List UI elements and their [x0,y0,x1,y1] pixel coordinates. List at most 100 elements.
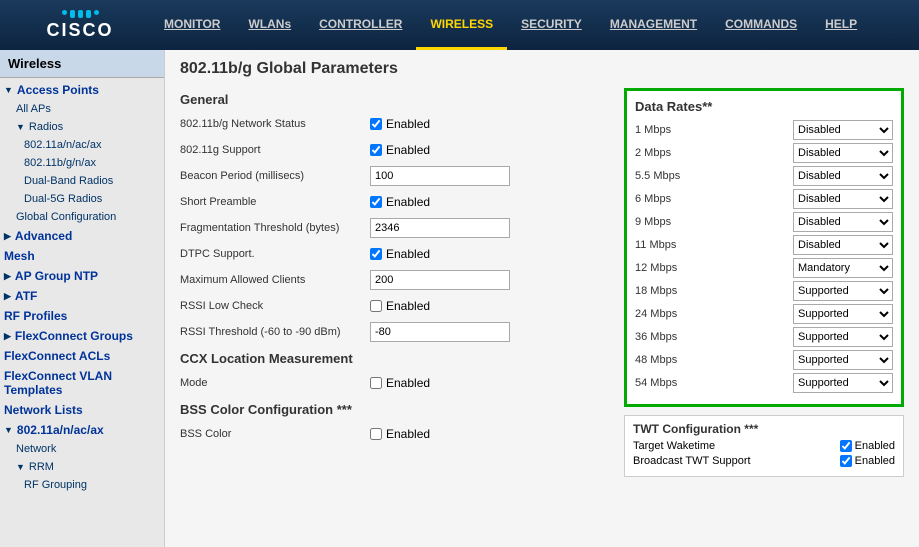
field-short-preamble: Short Preamble Enabled [180,191,614,213]
sidebar-item-all-aps[interactable]: All APs [0,100,164,118]
twt-control-target-waketime: Enabled [840,440,895,452]
data-rates-box: Data Rates** 1 Mbps DisabledMandatorySup… [624,88,904,407]
rate-select-54mbps[interactable]: DisabledMandatorySupported [793,373,893,393]
rate-select-2mbps[interactable]: DisabledMandatorySupported [793,143,893,163]
rate-select-11mbps[interactable]: DisabledMandatorySupported [793,235,893,255]
top-bar: CISCO MONITOR WLANs CONTROLLER WIRELESS … [0,0,919,50]
sidebar-item-dual-band[interactable]: Dual-Band Radios [0,172,164,190]
nav-monitor[interactable]: MONITOR [150,0,234,50]
rate-label-48mbps: 48 Mbps [635,354,705,366]
rate-label-9mbps: 9 Mbps [635,216,705,228]
label-ccx-mode: Mode [180,377,370,389]
nav-management[interactable]: MANAGEMENT [596,0,711,50]
label-fragmentation: Fragmentation Threshold (bytes) [180,222,370,234]
sidebar-item-flexconnect-vlan[interactable]: FlexConnect VLAN Templates [0,366,164,400]
checkbox-target-waketime[interactable] [840,440,852,452]
main-container: Wireless ▼ Access Points All APs ▼ Radio… [0,50,919,547]
ntp-icon: ▶ [4,271,11,282]
rate-select-48mbps[interactable]: DisabledMandatorySupported [793,350,893,370]
rate-row-12mbps: 12 Mbps DisabledMandatorySupported [635,258,893,278]
input-fragmentation[interactable] [370,218,510,238]
rate-select-24mbps[interactable]: DisabledMandatorySupported [793,304,893,324]
rate-row-54mbps: 54 Mbps DisabledMandatorySupported [635,373,893,393]
sidebar-item-80211a-n-ac-ax[interactable]: ▼ 802.11a/n/ac/ax [0,420,164,440]
value-80211g-support: Enabled [386,143,430,157]
nav-security[interactable]: SECURITY [507,0,596,50]
checkbox-80211g-support[interactable] [370,144,382,156]
sidebar-item-access-points[interactable]: ▼ Access Points [0,80,164,100]
sidebar-title: Wireless [0,50,164,78]
control-short-preamble: Enabled [370,195,614,209]
rate-label-36mbps: 36 Mbps [635,331,705,343]
page-title: 802.11b/g Global Parameters [180,60,904,78]
rate-select-36mbps[interactable]: DisabledMandatorySupported [793,327,893,347]
checkbox-bss-color[interactable] [370,428,382,440]
rate-label-11mbps: 11 Mbps [635,239,705,251]
sidebar-item-rf-profiles[interactable]: RF Profiles [0,306,164,326]
label-max-clients: Maximum Allowed Clients [180,274,370,286]
sidebar-item-radios[interactable]: ▼ Radios [0,118,164,136]
field-fragmentation: Fragmentation Threshold (bytes) [180,217,614,239]
sidebar-item-network[interactable]: Network [0,440,164,458]
flex-groups-icon: ▶ [4,331,11,342]
rate-select-6mbps[interactable]: DisabledMandatorySupported [793,189,893,209]
sidebar-item-network-lists[interactable]: Network Lists [0,400,164,420]
control-max-clients [370,270,614,290]
sidebar-item-atf[interactable]: ▶ ATF [0,286,164,306]
value-target-waketime: Enabled [855,440,895,452]
control-80211g-support: Enabled [370,143,614,157]
rrm-icon: ▼ [16,462,25,472]
sidebar-item-rrm[interactable]: ▼ RRM [0,458,164,476]
content-columns: General 802.11b/g Network Status Enabled… [180,88,904,477]
nav-help[interactable]: HELP [811,0,871,50]
rate-label-6mbps: 6 Mbps [635,193,705,205]
rate-label-12mbps: 12 Mbps [635,262,705,274]
twt-row-target-waketime: Target Waketime Enabled [633,440,895,452]
checkbox-broadcast-twt[interactable] [840,455,852,467]
content-area: 802.11b/g Global Parameters General 802.… [165,50,919,547]
sidebar-item-flexconnect-acls[interactable]: FlexConnect ACLs [0,346,164,366]
label-short-preamble: Short Preamble [180,196,370,208]
checkbox-network-status[interactable] [370,118,382,130]
checkbox-rssi-low-check[interactable] [370,300,382,312]
checkbox-dtpc[interactable] [370,248,382,260]
sidebar-item-advanced[interactable]: ▶ Advanced [0,226,164,246]
rate-select-9mbps[interactable]: DisabledMandatorySupported [793,212,893,232]
field-max-clients: Maximum Allowed Clients [180,269,614,291]
sidebar-item-global-config[interactable]: Global Configuration [0,208,164,226]
input-beacon-period[interactable] [370,166,510,186]
rate-select-5-5mbps[interactable]: DisabledMandatorySupported [793,166,893,186]
sidebar-item-ap-group-ntp[interactable]: ▶ AP Group NTP [0,266,164,286]
sidebar-item-rf-grouping[interactable]: RF Grouping [0,476,164,494]
twt-label-broadcast: Broadcast TWT Support [633,455,751,467]
sidebar-item-flexconnect-groups[interactable]: ▶ FlexConnect Groups [0,326,164,346]
checkbox-short-preamble[interactable] [370,196,382,208]
rate-label-5-5mbps: 5.5 Mbps [635,170,705,182]
nav-wireless[interactable]: WIRELESS [416,0,507,50]
rate-select-1mbps[interactable]: DisabledMandatorySupported [793,120,893,140]
sidebar-item-mesh[interactable]: Mesh [0,246,164,266]
value-rssi-low-check: Enabled [386,299,430,313]
rate-select-12mbps[interactable]: DisabledMandatorySupported [793,258,893,278]
bottom-expand-icon: ▼ [4,425,13,435]
value-broadcast-twt: Enabled [855,455,895,467]
checkbox-ccx-mode[interactable] [370,377,382,389]
sidebar-item-80211a[interactable]: 802.11a/n/ac/ax [0,136,164,154]
sidebar-section: ▼ Access Points All APs ▼ Radios 802.11a… [0,78,164,496]
field-rssi-threshold: RSSI Threshold (-60 to -90 dBm) [180,321,614,343]
control-beacon-period [370,166,614,186]
nav-wlans[interactable]: WLANs [234,0,305,50]
left-column: General 802.11b/g Network Status Enabled… [180,88,614,477]
rate-label-2mbps: 2 Mbps [635,147,705,159]
atf-icon: ▶ [4,291,11,302]
input-max-clients[interactable] [370,270,510,290]
twt-label-target-waketime: Target Waketime [633,440,715,452]
control-network-status: Enabled [370,117,614,131]
nav-commands[interactable]: COMMANDS [711,0,811,50]
sidebar-item-dual-5g[interactable]: Dual-5G Radios [0,190,164,208]
sidebar-item-80211b[interactable]: 802.11b/g/n/ax [0,154,164,172]
nav-controller[interactable]: CONTROLLER [305,0,416,50]
input-rssi-threshold[interactable] [370,322,510,342]
rate-row-24mbps: 24 Mbps DisabledMandatorySupported [635,304,893,324]
rate-select-18mbps[interactable]: DisabledMandatorySupported [793,281,893,301]
